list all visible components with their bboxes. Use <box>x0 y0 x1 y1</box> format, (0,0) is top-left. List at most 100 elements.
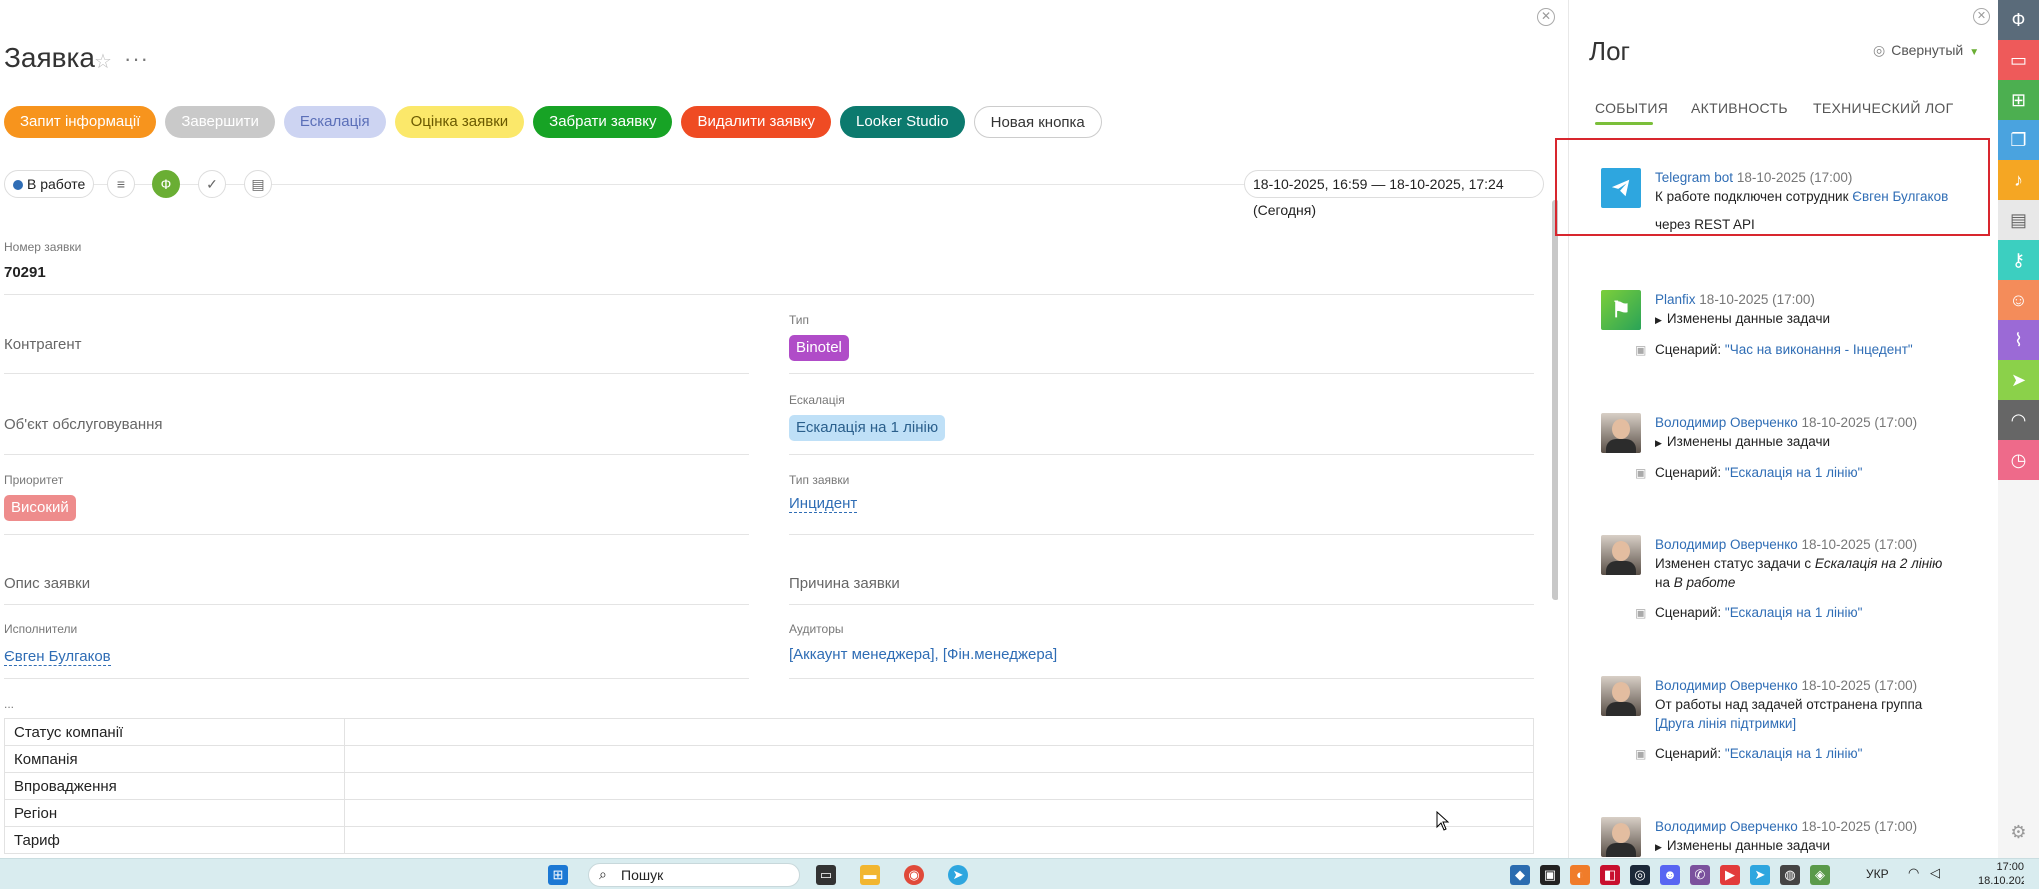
tray-telegram-icon[interactable]: ➤ <box>1750 865 1770 885</box>
close-icon[interactable]: ✕ <box>1537 8 1555 26</box>
chrome-icon[interactable]: ◉ <box>904 865 924 885</box>
expand-details[interactable]: ▶ Изменены данные задачи <box>1655 309 1985 330</box>
discord-icon[interactable]: ☻ <box>1660 865 1680 885</box>
bell-icon[interactable]: ♪ <box>1998 160 2039 200</box>
more-fields[interactable]: ... <box>4 697 14 711</box>
search-icon: ⌕ <box>599 866 607 882</box>
tab-events[interactable]: СОБЫТИЯ <box>1595 100 1668 116</box>
tab-tech-log[interactable]: ТЕХНИЧЕСКИЙ ЛОГ <box>1813 100 1954 116</box>
activity-icon[interactable]: ◠ <box>1998 400 2039 440</box>
task-panel: Заявка ☆ ··· ✕ Запит інформації Завершит… <box>0 0 1558 858</box>
escalation-tag[interactable]: Ескалація на 1 лінію <box>789 415 946 441</box>
scenario-link[interactable]: "Ескалація на 1 лінію" <box>1725 605 1863 620</box>
expand-details[interactable]: ▶ Изменены данные задачи <box>1655 836 1985 857</box>
steam-icon[interactable]: ◎ <box>1630 865 1650 885</box>
gear-icon[interactable]: ⚙ <box>1998 812 2039 852</box>
clipboard-icon[interactable]: ▤ <box>1998 200 2039 240</box>
executor-link[interactable]: Євген Булгаков <box>4 648 111 666</box>
contractor-field[interactable]: Контрагент <box>4 336 82 353</box>
contact-icon[interactable]: ☺ <box>1998 280 2039 320</box>
log-author[interactable]: Володимир Оверченко <box>1655 415 1798 430</box>
scrollbar[interactable] <box>1552 200 1558 600</box>
app-icon-strip: Ф ▭ ⊞ ❐ ♪ ▤ ⚷ ☺ ⌇ ➤ ◠ ◷ ⚙ <box>1998 0 2039 858</box>
active-tab-indicator <box>1595 122 1653 125</box>
folder-icon[interactable]: ▬ <box>860 865 880 885</box>
status-badge[interactable]: В работе <box>4 170 95 198</box>
tray-app-icon[interactable]: ◈ <box>1810 865 1830 885</box>
search-input[interactable]: ⌕ Пошук <box>588 863 800 887</box>
telegram-taskbar-icon[interactable]: ➤ <box>948 865 968 885</box>
new-button[interactable]: Новая кнопка <box>973 106 1102 138</box>
number-label: Номер заявки <box>4 240 82 254</box>
request-info-button[interactable]: Запит інформації <box>4 106 157 138</box>
date-range[interactable]: 18-10-2025, 16:59 — 18-10-2025, 17:24 (С… <box>1244 170 1544 218</box>
doc-icon: ▣ <box>1635 606 1647 620</box>
documents-icon[interactable]: ❐ <box>1998 120 2039 160</box>
key-icon[interactable]: ⚷ <box>1998 240 2039 280</box>
status-dot-icon <box>13 180 23 190</box>
tray-app-icon[interactable]: ◍ <box>1780 865 1800 885</box>
group-link[interactable]: [Друга лінія підтримки] <box>1655 716 1796 731</box>
reason-field[interactable]: Причина заявки <box>789 575 900 592</box>
tray-app-icon[interactable]: ◆ <box>1510 865 1530 885</box>
take-request-button[interactable]: Забрати заявку <box>533 106 673 138</box>
escalation-button[interactable]: Ескалація <box>283 106 386 138</box>
looker-studio-button[interactable]: Looker Studio <box>840 106 965 138</box>
delete-request-button[interactable]: Видалити заявку <box>681 106 832 138</box>
service-object-field[interactable]: Об'єкт обслуговування <box>4 416 163 433</box>
collapsed-view-toggle[interactable]: ◎ Свернутый ▼ <box>1873 42 1979 59</box>
analytics-icon[interactable]: ⌇ <box>1998 320 2039 360</box>
send-icon[interactable]: ➤ <box>1998 360 2039 400</box>
start-icon[interactable]: ⊞ <box>548 865 568 885</box>
more-menu-button[interactable]: ··· <box>124 46 149 72</box>
viber-icon[interactable]: ✆ <box>1690 865 1710 885</box>
tray-app-icon[interactable]: ◧ <box>1600 865 1620 885</box>
log-author[interactable]: Володимир Оверченко <box>1655 537 1798 552</box>
structure-icon[interactable]: ⊞ <box>1998 80 2039 120</box>
request-type-value[interactable]: Инцидент <box>789 495 858 513</box>
avatar <box>1601 413 1641 453</box>
doc-icon: ▣ <box>1635 466 1647 480</box>
caret-right-icon: ▶ <box>1655 438 1662 448</box>
priority-tag[interactable]: Високий <box>4 495 76 521</box>
escalation-label: Ескалація <box>789 393 845 407</box>
star-icon[interactable]: ☆ <box>94 49 112 74</box>
log-author[interactable]: Володимир Оверченко <box>1655 678 1798 693</box>
clock-icon[interactable]: ◷ <box>1998 440 2039 480</box>
page-title: Заявка <box>4 42 95 73</box>
table-row: Компанія <box>4 745 1534 773</box>
tab-activity[interactable]: АКТИВНОСТЬ <box>1691 100 1788 116</box>
finish-button[interactable]: Завершити <box>165 106 275 138</box>
task-view-icon[interactable]: ▭ <box>816 865 836 885</box>
planfix-icon[interactable]: Ф <box>152 170 180 198</box>
planfix-icon[interactable]: Ф <box>1998 0 2039 40</box>
type-tag[interactable]: Binotel <box>789 335 849 361</box>
wifi-icon[interactable]: ◠ <box>1908 865 1919 881</box>
log-author[interactable]: Володимир Оверченко <box>1655 819 1798 834</box>
table-row: Статус компанії <box>4 718 1534 746</box>
description-field[interactable]: Опис заявки <box>4 575 90 592</box>
volume-icon[interactable]: ◁ <box>1930 865 1940 881</box>
log-author[interactable]: Planfix <box>1655 292 1696 307</box>
expand-details[interactable]: ▶ Изменены данные задачи <box>1655 432 1985 453</box>
rate-request-button[interactable]: Оцінка заявки <box>394 106 525 138</box>
auditors-value[interactable]: [Аккаунт менеджера], [Фін.менеджера] <box>789 646 1057 663</box>
avatar <box>1601 535 1641 575</box>
auditors-label: Аудиторы <box>789 622 844 636</box>
clock[interactable]: 17:00 18.10.2025 <box>1978 860 2024 889</box>
language-indicator[interactable]: УКР <box>1866 867 1889 881</box>
close-log-icon[interactable]: ✕ <box>1973 8 1990 25</box>
comment-icon[interactable]: ▤ <box>244 170 272 198</box>
scenario-link[interactable]: "Час на виконання - Інцедент" <box>1725 342 1913 357</box>
tray-app-icon[interactable]: ◐ <box>1570 865 1590 885</box>
scenario-link[interactable]: "Ескалація на 1 лінію" <box>1725 746 1863 761</box>
doc-icon: ▣ <box>1635 747 1647 761</box>
executors-label: Исполнители <box>4 622 78 636</box>
scenario-link[interactable]: "Ескалація на 1 лінію" <box>1725 465 1863 480</box>
check-icon[interactable]: ✓ <box>198 170 226 198</box>
list-icon[interactable]: ≡ <box>107 170 135 198</box>
board-icon[interactable]: ▭ <box>1998 40 2039 80</box>
tray-app-icon[interactable]: ▶ <box>1720 865 1740 885</box>
log-title: Лог <box>1589 36 1631 66</box>
tray-app-icon[interactable]: ▣ <box>1540 865 1560 885</box>
